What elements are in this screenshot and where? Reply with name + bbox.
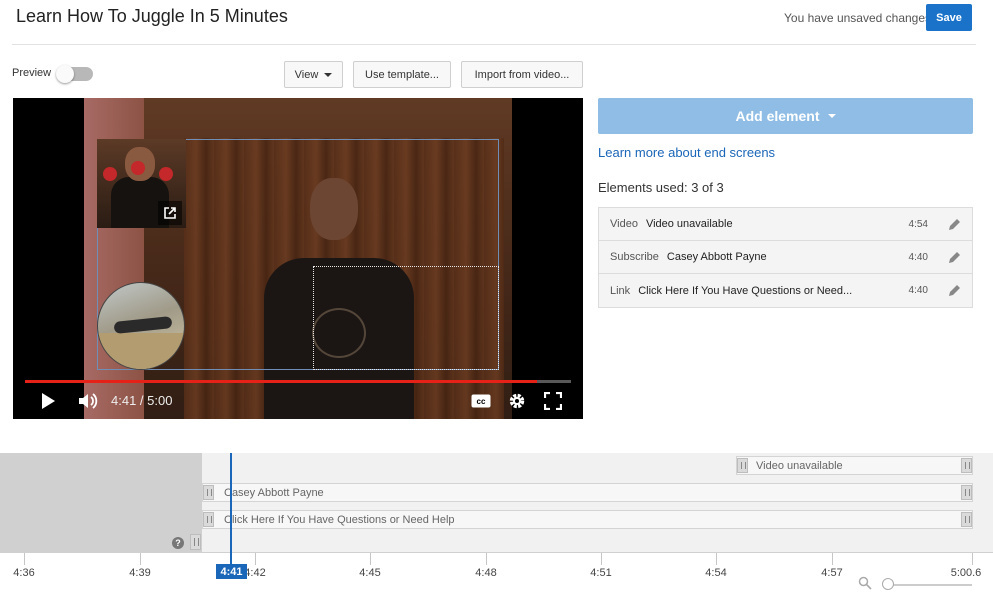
external-link-icon[interactable] — [158, 201, 182, 225]
play-icon[interactable] — [37, 390, 59, 412]
element-row[interactable]: Video Video unavailable 4:54 — [599, 208, 972, 241]
ruler-tick-label: 4:51 — [590, 567, 612, 579]
subscribe-element-avatar[interactable] — [97, 282, 185, 370]
pencil-edit-icon[interactable] — [947, 218, 961, 232]
timeline-ruler — [0, 552, 993, 553]
element-name: Click Here If You Have Questions or Need… — [638, 284, 853, 297]
add-element-label: Add element — [735, 108, 820, 124]
captions-icon[interactable]: cc — [469, 390, 493, 412]
ruler-tick-label: 4:54 — [705, 567, 727, 579]
page-title: Learn How To Juggle In 5 Minutes — [16, 6, 288, 26]
track-label: Click Here If You Have Questions or Need… — [224, 513, 455, 526]
ruler-tick-label: 4:45 — [359, 567, 381, 579]
view-label: View — [294, 68, 319, 81]
timeline-inactive-region — [0, 453, 202, 552]
element-type: Subscribe — [610, 251, 659, 263]
ruler-tick-label: 5:00.6 — [950, 567, 982, 579]
ruler-tick-label: 4:57 — [821, 567, 843, 579]
progress-fill — [25, 380, 537, 383]
chevron-down-icon — [324, 72, 333, 77]
toggle-knob — [56, 65, 74, 83]
pencil-edit-icon[interactable] — [947, 284, 961, 298]
use-template-button[interactable]: Use template... — [353, 61, 451, 88]
avatar-floor — [98, 333, 184, 369]
element-row[interactable]: Subscribe Casey Abbott Payne 4:40 — [599, 241, 972, 274]
ruler-tick-label: 4:48 — [475, 567, 497, 579]
time-display: 4:41 / 5:00 — [111, 393, 173, 408]
header-divider — [12, 44, 976, 45]
chevron-down-icon — [827, 114, 836, 118]
element-row[interactable]: Link Click Here If You Have Questions or… — [599, 274, 972, 307]
element-name: Video unavailable — [645, 218, 733, 230]
import-label: Import from video... — [474, 68, 570, 81]
zoom-magnifier-icon — [858, 576, 872, 590]
preview-label: Preview — [12, 67, 52, 79]
save-button[interactable]: Save — [926, 4, 972, 31]
video-element-thumbnail[interactable] — [97, 139, 186, 228]
ruler-tick — [140, 553, 141, 565]
ruler-tick-label: 4:39 — [129, 567, 151, 579]
ruler-tick-label: 4:42 — [244, 567, 266, 579]
ruler-tick-label: 4:36 — [13, 567, 35, 579]
juggling-ball — [103, 167, 117, 181]
track-end-handle[interactable] — [961, 512, 972, 527]
juggling-ball — [131, 161, 145, 175]
use-template-label: Use template... — [365, 68, 439, 81]
progress-track[interactable] — [25, 380, 571, 383]
timeline-track-video[interactable]: Video unavailable — [736, 456, 973, 475]
timeline-track-subscribe[interactable]: Casey Abbott Payne — [202, 483, 973, 502]
elements-used-count: Elements used: 3 of 3 — [598, 180, 724, 195]
unsaved-status: You have unsaved changes — [784, 11, 932, 25]
element-time: 4:40 — [908, 251, 928, 263]
ruler-tick — [255, 553, 256, 565]
view-dropdown-button[interactable]: View — [284, 61, 343, 88]
juggling-ball — [159, 167, 173, 181]
avatar-figure — [113, 316, 173, 334]
zoom-slider-handle[interactable] — [882, 578, 894, 590]
link-element-placeholder[interactable] — [313, 266, 499, 370]
settings-gear-icon[interactable] — [505, 390, 529, 412]
fullscreen-icon[interactable] — [541, 390, 565, 412]
elements-list: Video Video unavailable 4:54 Subscribe C… — [598, 207, 973, 308]
pencil-edit-icon[interactable] — [947, 251, 961, 265]
track-end-handle[interactable] — [961, 458, 972, 473]
track-label: Casey Abbott Payne — [224, 486, 324, 499]
volume-icon[interactable] — [77, 390, 101, 412]
element-type: Video — [610, 218, 638, 230]
playhead-time: 4:41 — [216, 564, 247, 579]
track-label: Video unavailable — [756, 459, 843, 472]
track-end-handle[interactable] — [961, 485, 972, 500]
svg-text:cc: cc — [477, 397, 486, 406]
zoom-slider-track[interactable] — [888, 584, 972, 586]
element-time: 4:54 — [908, 218, 928, 230]
timeline-track-link[interactable]: Click Here If You Have Questions or Need… — [202, 510, 973, 529]
add-element-button[interactable]: Add element — [598, 98, 973, 134]
ruler-tick — [972, 553, 973, 565]
ruler-tick — [601, 553, 602, 565]
ruler-tick — [716, 553, 717, 565]
learn-more-link[interactable]: Learn more about end screens — [598, 145, 775, 160]
track-start-handle[interactable] — [203, 485, 214, 500]
help-icon[interactable]: ? — [172, 537, 184, 549]
playhead[interactable] — [230, 453, 232, 565]
video-player[interactable]: 4:41 / 5:00 cc — [13, 98, 583, 419]
end-screen-editor: Learn How To Juggle In 5 Minutes You hav… — [0, 0, 993, 597]
ruler-tick — [832, 553, 833, 565]
element-time: 4:40 — [908, 285, 928, 296]
ruler-tick — [370, 553, 371, 565]
ruler-tick — [486, 553, 487, 565]
ruler-tick — [24, 553, 25, 565]
element-type: Link — [610, 284, 631, 297]
import-from-video-button[interactable]: Import from video... — [461, 61, 583, 88]
end-screen-start-handle[interactable] — [190, 534, 201, 550]
track-start-handle[interactable] — [203, 512, 214, 527]
track-start-handle[interactable] — [737, 458, 748, 473]
element-name: Casey Abbott Payne — [666, 251, 767, 263]
preview-toggle[interactable] — [56, 65, 93, 83]
